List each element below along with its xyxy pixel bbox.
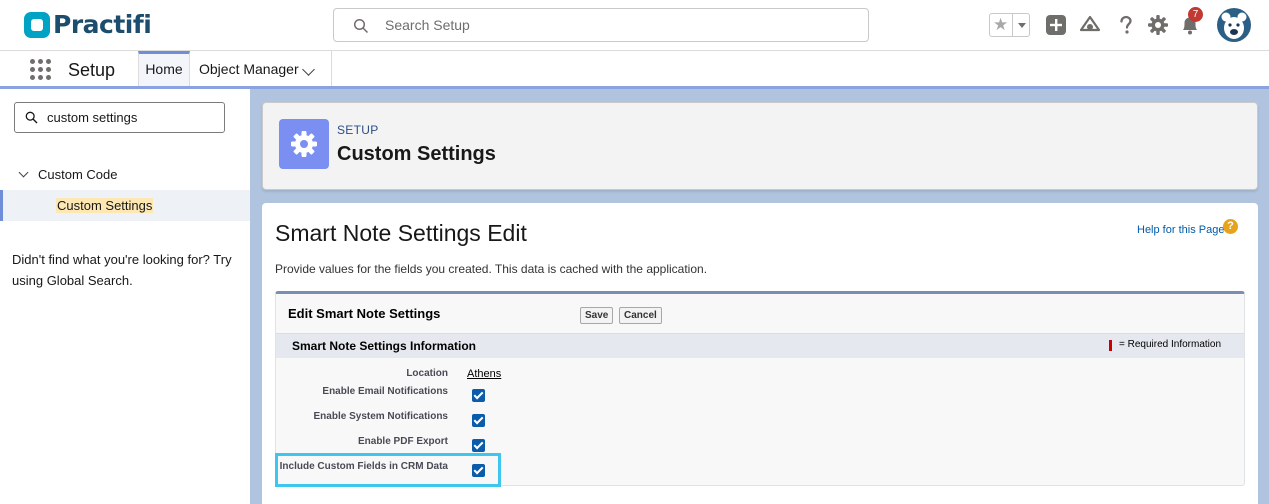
field-label: Enable System Notifications <box>313 411 448 422</box>
field-label: Location <box>406 368 448 379</box>
global-search[interactable] <box>333 8 869 42</box>
tree-item-label: Custom Settings <box>56 198 154 213</box>
tab-object-manager-label: Object Manager <box>199 61 299 77</box>
tab-object-manager[interactable]: Object Manager <box>191 51 332 86</box>
help-for-page-link[interactable]: Help for this Page <box>1137 224 1224 236</box>
bear-avatar-icon <box>1221 12 1247 39</box>
chevron-down-icon[interactable] <box>302 63 315 76</box>
help-circle-icon[interactable]: ? <box>1223 219 1238 234</box>
app-name: Setup <box>68 60 116 80</box>
chevron-down-icon[interactable] <box>18 167 29 178</box>
field-label: Enable PDF Export <box>357 436 448 447</box>
search-icon <box>25 111 38 124</box>
tab-home[interactable]: Home <box>138 51 190 86</box>
context-nav-bar: Setup Home Object Manager <box>0 51 1269 89</box>
trailhead-icon[interactable] <box>1079 14 1101 36</box>
location-value-link[interactable]: Athens <box>467 368 501 380</box>
logo-text: Practifi <box>53 10 152 39</box>
search-icon <box>353 18 369 34</box>
tab-home-label: Home <box>145 61 183 77</box>
not-found-hint: Didn't find what you're looking for? Try… <box>12 252 232 288</box>
setup-sidebar: Custom Code Custom Settings Didn't find … <box>0 89 250 504</box>
pdf-export-checkbox[interactable] <box>472 439 485 452</box>
email-notifications-checkbox[interactable] <box>472 389 485 402</box>
global-header: Practifi ★ 7 <box>0 0 1269 51</box>
logo-mark-icon <box>24 11 50 38</box>
help-icon[interactable] <box>1115 14 1137 36</box>
section-header: Smart Note Settings Information = Requir… <box>276 333 1244 358</box>
setup-gear-icon <box>279 119 329 169</box>
quick-find-box[interactable] <box>14 102 225 133</box>
page-header: SETUP Custom Settings <box>262 102 1258 190</box>
favorites-dropdown-icon[interactable] <box>1012 14 1030 36</box>
star-icon: ★ <box>993 15 1009 34</box>
save-button[interactable]: Save <box>580 307 614 324</box>
required-info-text: = Required Information <box>1119 339 1222 350</box>
notification-count-badge: 7 <box>1188 7 1203 22</box>
tree-item-custom-settings[interactable]: Custom Settings <box>0 190 250 221</box>
edit-page-title: Smart Note Settings Edit <box>275 220 527 246</box>
section-title: Smart Note Settings Information <box>292 339 477 353</box>
gear-icon[interactable] <box>1147 14 1169 36</box>
tree-node-custom-code[interactable]: Custom Code <box>0 165 250 187</box>
user-avatar[interactable] <box>1217 8 1251 42</box>
cancel-button[interactable]: Cancel <box>619 307 662 324</box>
field-row-email-notifications: Enable Email Notifications <box>276 386 1244 408</box>
highlight-outline <box>275 453 501 487</box>
field-row-system-notifications: Enable System Notifications <box>276 411 1244 433</box>
quick-find-input[interactable] <box>47 110 217 125</box>
edit-block-title: Edit Smart Note Settings <box>288 306 441 321</box>
system-notifications-checkbox[interactable] <box>472 414 485 427</box>
global-actions-plus-icon[interactable] <box>1045 14 1067 36</box>
field-label: Enable Email Notifications <box>322 386 448 397</box>
breadcrumb[interactable]: SETUP <box>337 123 379 137</box>
global-search-input[interactable] <box>385 17 855 33</box>
required-marker <box>1109 340 1112 351</box>
page-title: Custom Settings <box>337 143 496 165</box>
page-description: Provide values for the fields you create… <box>275 262 708 276</box>
favorites-button[interactable]: ★ <box>989 13 1030 37</box>
tree-node-label: Custom Code <box>38 167 118 182</box>
practifi-logo[interactable]: Practifi <box>24 10 152 39</box>
app-launcher-icon[interactable] <box>30 59 52 81</box>
